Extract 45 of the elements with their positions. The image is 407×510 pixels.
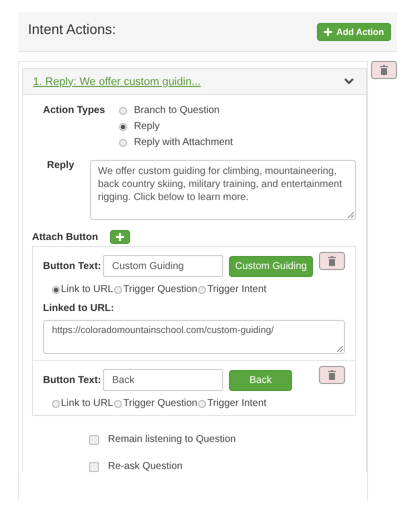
plus-icon <box>116 233 124 241</box>
field-label: Linked to URL: <box>43 303 116 314</box>
radio-button[interactable] <box>114 286 122 294</box>
plus-icon <box>324 28 332 36</box>
delete-button[interactable] <box>319 252 345 270</box>
checkbox-label: Re-ask Question <box>108 461 182 472</box>
radio-button[interactable] <box>198 400 206 408</box>
delete-button[interactable] <box>371 61 397 79</box>
button-text-field[interactable]: Back <box>103 369 224 391</box>
reply-text-area[interactable]: We offer custom guiding for climbing, mountaineering, back country skiing, military training, and entertainment rigging. Click below to learn more. <box>90 160 356 220</box>
radio-button[interactable] <box>119 106 127 114</box>
trash-icon <box>328 370 336 380</box>
radio-button[interactable] <box>52 286 60 294</box>
radio-button[interactable] <box>52 400 60 408</box>
radio-button[interactable] <box>119 122 127 130</box>
radio-button[interactable] <box>114 400 122 408</box>
radio-label: Reply with Attachment <box>134 137 233 148</box>
button-text-field[interactable]: Custom Guiding <box>103 255 224 277</box>
trash-icon <box>328 256 336 266</box>
radio-button[interactable] <box>119 138 127 146</box>
radio-label: Trigger Question <box>123 398 198 409</box>
add-button[interactable] <box>110 230 130 244</box>
radio-label: Link to URL <box>61 398 114 409</box>
checkbox[interactable] <box>89 462 99 472</box>
checkbox[interactable] <box>89 434 99 444</box>
field-label: Button Text: <box>43 260 102 272</box>
radio-label: Trigger Intent <box>207 398 266 409</box>
section-title: Intent Actions: <box>28 20 116 36</box>
chevron-icon[interactable] <box>344 78 354 85</box>
checkbox-label: Remain listening to Question <box>108 434 236 445</box>
resize-grip-icon <box>337 346 343 352</box>
field-label: Attach Button <box>32 232 98 242</box>
field-label: Button Text: <box>43 374 102 386</box>
radio-label: Branch to Question <box>134 105 220 116</box>
trash-icon <box>380 65 388 75</box>
radio-label: Reply <box>134 121 160 132</box>
radio-button[interactable] <box>198 286 206 294</box>
url-text-area[interactable]: https://coloradomountainschool.com/custom-guiding/ <box>43 320 345 354</box>
radio-label: Link to URL <box>61 284 114 295</box>
radio-label: Trigger Intent <box>207 284 266 295</box>
resize-grip-icon <box>348 212 354 218</box>
field-label: Action Types <box>42 105 106 118</box>
radio-label: Trigger Question <box>123 284 198 295</box>
delete-button[interactable] <box>319 366 345 384</box>
field-label: Reply <box>46 160 76 173</box>
